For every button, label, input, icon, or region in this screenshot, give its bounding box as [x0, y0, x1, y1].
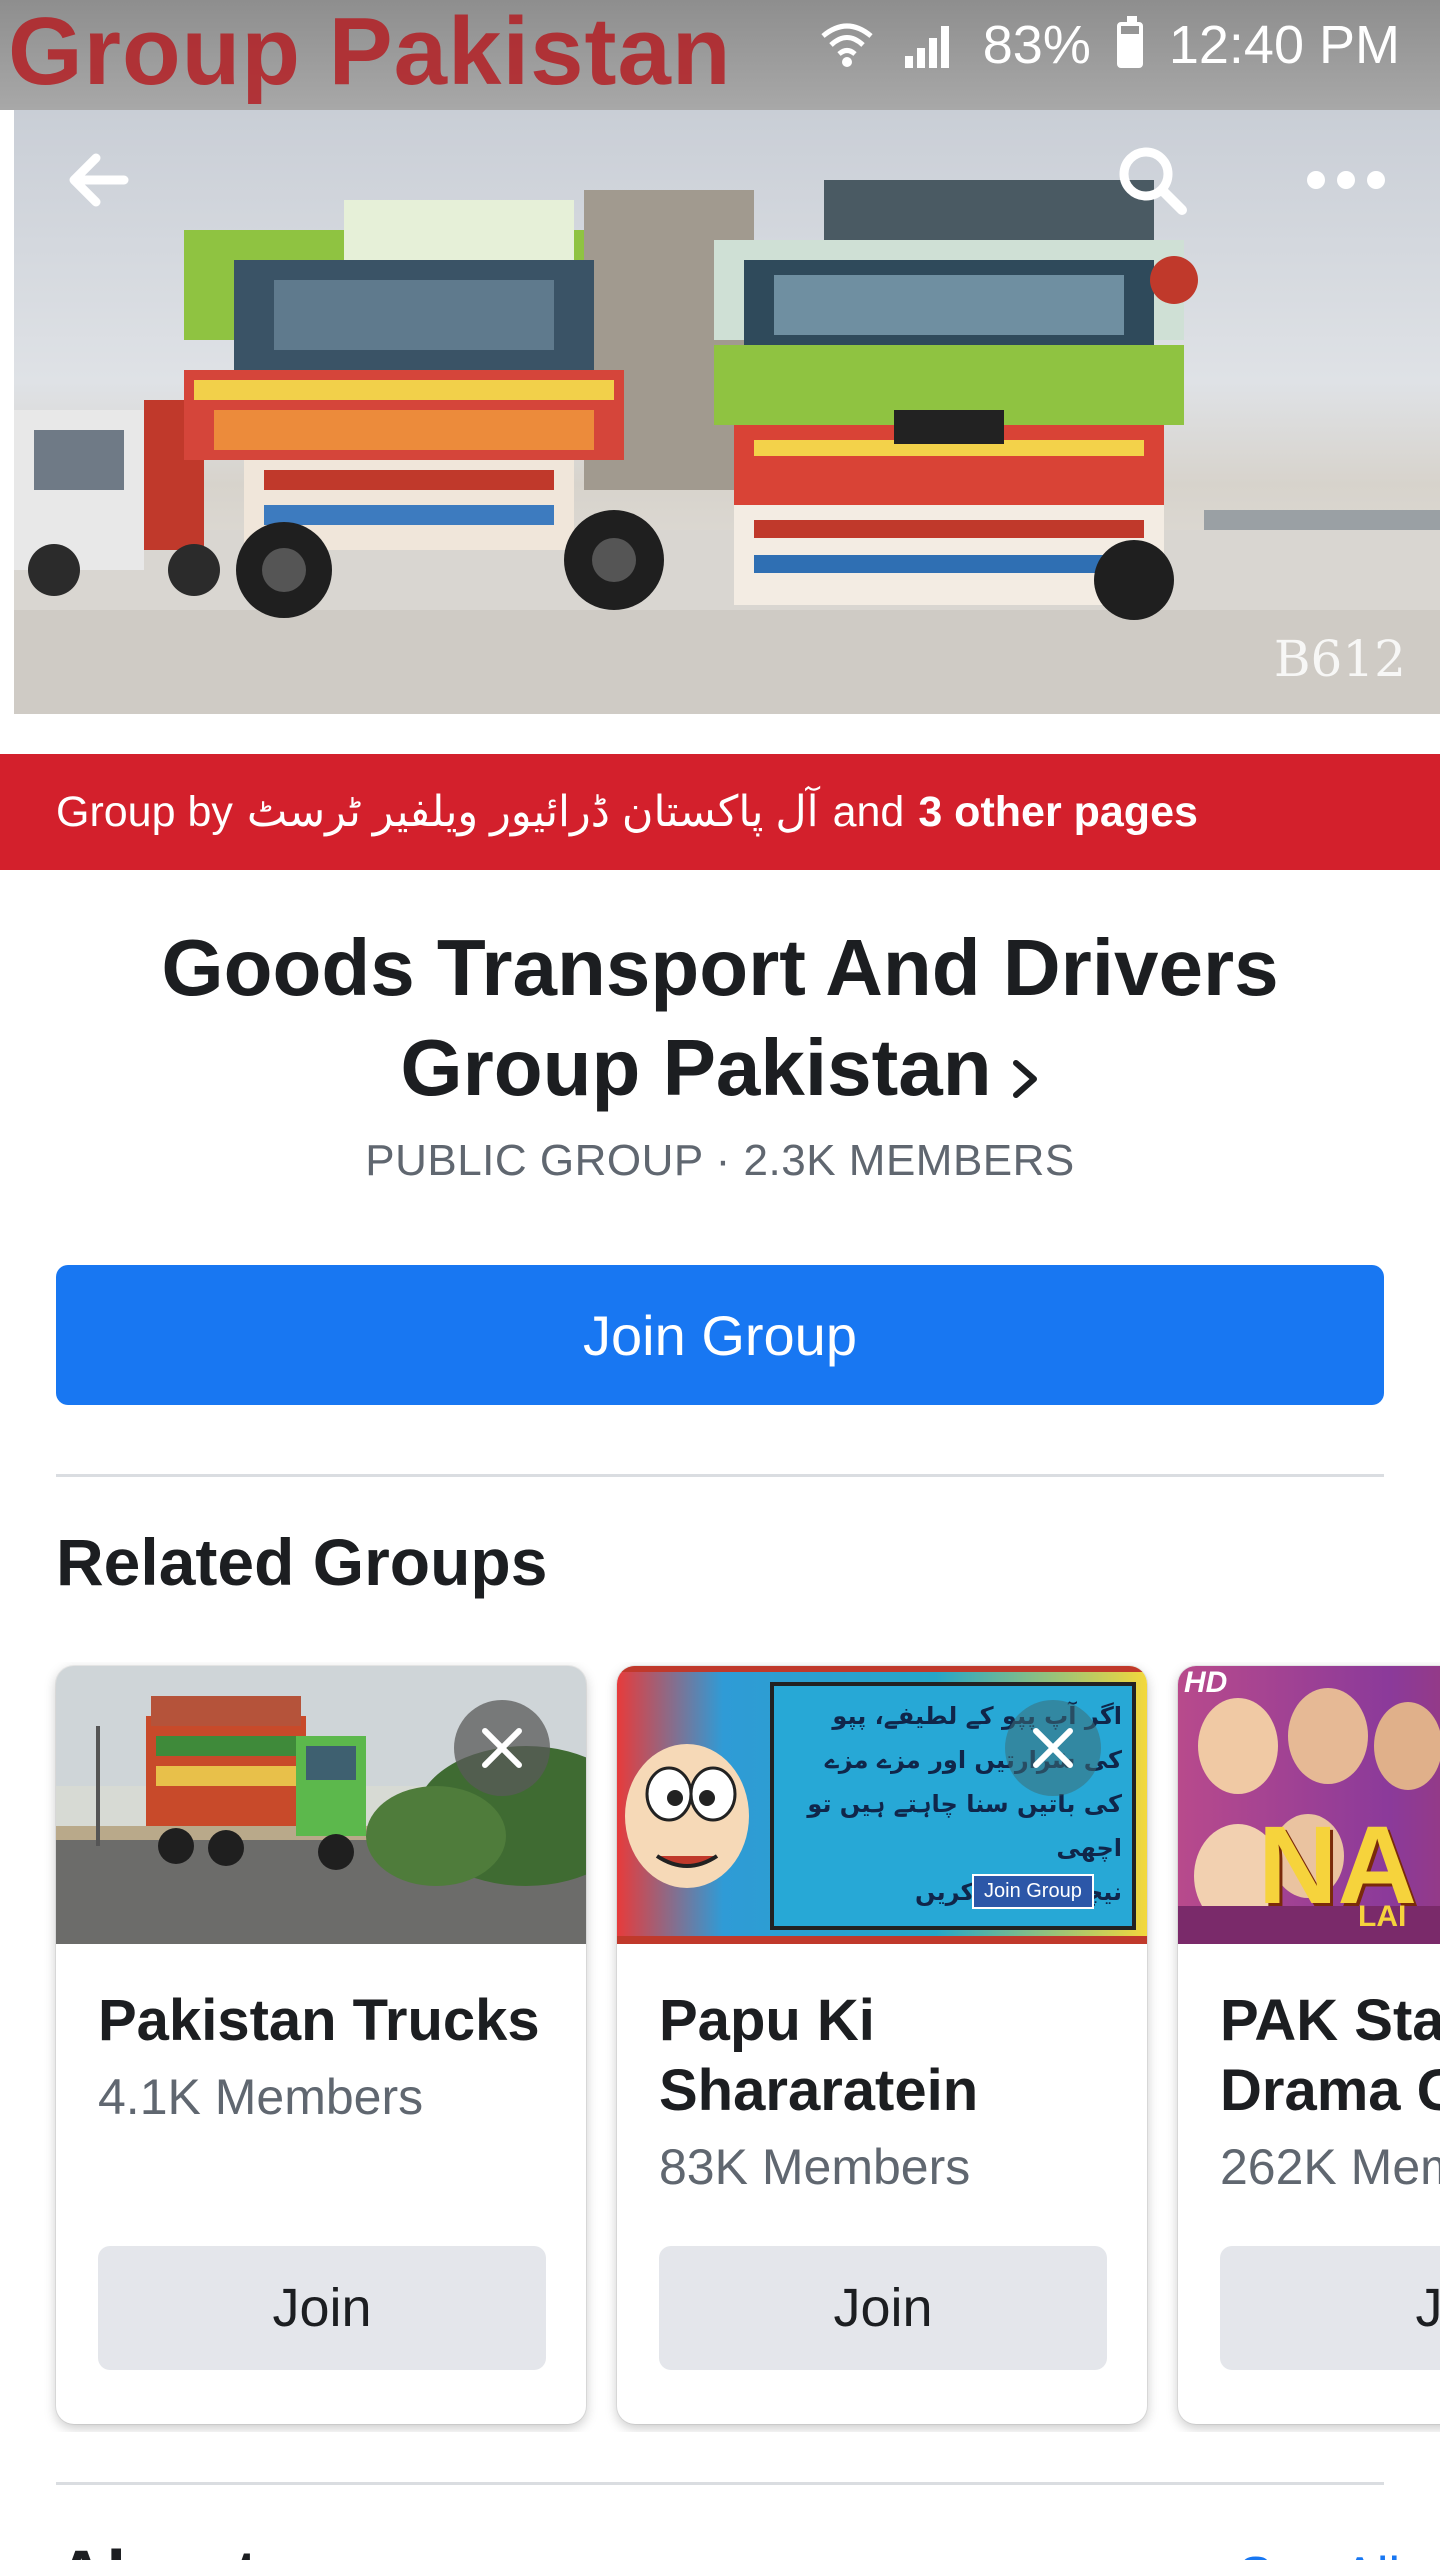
status-bar: 83% 12:40 PM — [0, 0, 1440, 90]
see-all-link[interactable]: See All — [1238, 2536, 1400, 2560]
group-title-text: Goods Transport And Drivers Group Pakist… — [161, 923, 1279, 1112]
back-arrow-icon — [69, 153, 129, 207]
trucks-illustration — [14, 180, 1440, 714]
related-group-card[interactable]: اگر آپ پپو کے لطیفے، پپو کی شرارتیں اور … — [617, 1666, 1147, 2424]
clock: 12:40 PM — [1168, 15, 1400, 75]
related-groups-title: Related Groups — [56, 1525, 548, 1599]
more-options-icon — [1307, 171, 1385, 189]
back-button[interactable] — [48, 130, 148, 230]
cover-watermark: B612 — [1273, 630, 1406, 688]
more-options-button[interactable] — [1296, 130, 1396, 230]
battery-icon — [1116, 16, 1143, 68]
join-related-group-button[interactable]: Join — [98, 2246, 546, 2370]
related-group-members: 262K Mem — [1220, 2139, 1440, 2195]
related-group-card[interactable]: HD NA LAI PAK Stage Drama G 262K Mem Jo — [1178, 1666, 1440, 2424]
owner-prefix: Group by — [56, 787, 233, 836]
section-divider — [56, 2482, 1384, 2485]
related-group-members: 83K Members — [659, 2139, 971, 2195]
signal-icon — [901, 20, 957, 70]
dismiss-suggestion-button[interactable] — [1005, 1700, 1101, 1796]
owner-and: and — [832, 787, 905, 836]
group-owner-banner[interactable]: Group by آل پاکستان ڈرائیور ویلفیر ٹرسٹ … — [0, 754, 1440, 870]
group-title[interactable]: Goods Transport And Drivers Group Pakist… — [80, 918, 1360, 1124]
group-page-screen: Group Pakistan B612 83% 12:40 PM Group b… — [0, 0, 1440, 2560]
cover-photo[interactable]: B612 — [14, 110, 1440, 714]
group-privacy-members: PUBLIC GROUP · 2.3K MEMBERS — [365, 1136, 1075, 1185]
related-group-name[interactable]: Pakistan Trucks — [98, 1986, 568, 2056]
promo-join-badge: Join Group — [972, 1874, 1094, 1909]
about-section-title: About — [56, 2530, 258, 2560]
join-related-group-button[interactable]: Join — [659, 2246, 1107, 2370]
owner-page-link[interactable]: آل پاکستان ڈرائیور ویلفیر ٹرسٹ — [247, 787, 819, 837]
dismiss-suggestion-button[interactable] — [454, 1700, 550, 1796]
related-groups-carousel[interactable]: Pakistan Trucks 4.1K Members Join اگر آپ… — [0, 1662, 1440, 2432]
close-icon — [482, 1728, 522, 1768]
battery-percent: 83% — [982, 15, 1091, 75]
wifi-icon — [819, 20, 875, 70]
related-group-name[interactable]: PAK Stage Drama G — [1220, 1986, 1440, 2126]
related-group-image: HD NA LAI — [1178, 1666, 1440, 1944]
hd-badge: HD — [1184, 1666, 1228, 1699]
related-group-members: 4.1K Members — [98, 2069, 424, 2125]
search-button[interactable] — [1102, 130, 1202, 230]
group-cover: Group Pakistan B612 83% 12:40 PM — [0, 0, 1440, 755]
poster-subtitle-text: LAI — [1358, 1900, 1407, 1933]
join-related-group-button[interactable]: Jo — [1220, 2246, 1440, 2370]
search-icon — [1119, 147, 1187, 215]
join-group-button[interactable]: Join Group — [56, 1265, 1384, 1405]
close-icon — [1033, 1728, 1073, 1768]
chevron-right-icon — [1010, 1024, 1040, 1124]
section-divider — [56, 1474, 1384, 1477]
related-group-name[interactable]: Papu Ki Shararatein — [659, 1986, 1129, 2126]
related-group-card[interactable]: Pakistan Trucks 4.1K Members Join — [56, 1666, 586, 2424]
owner-others-link[interactable]: 3 other pages — [918, 788, 1198, 837]
